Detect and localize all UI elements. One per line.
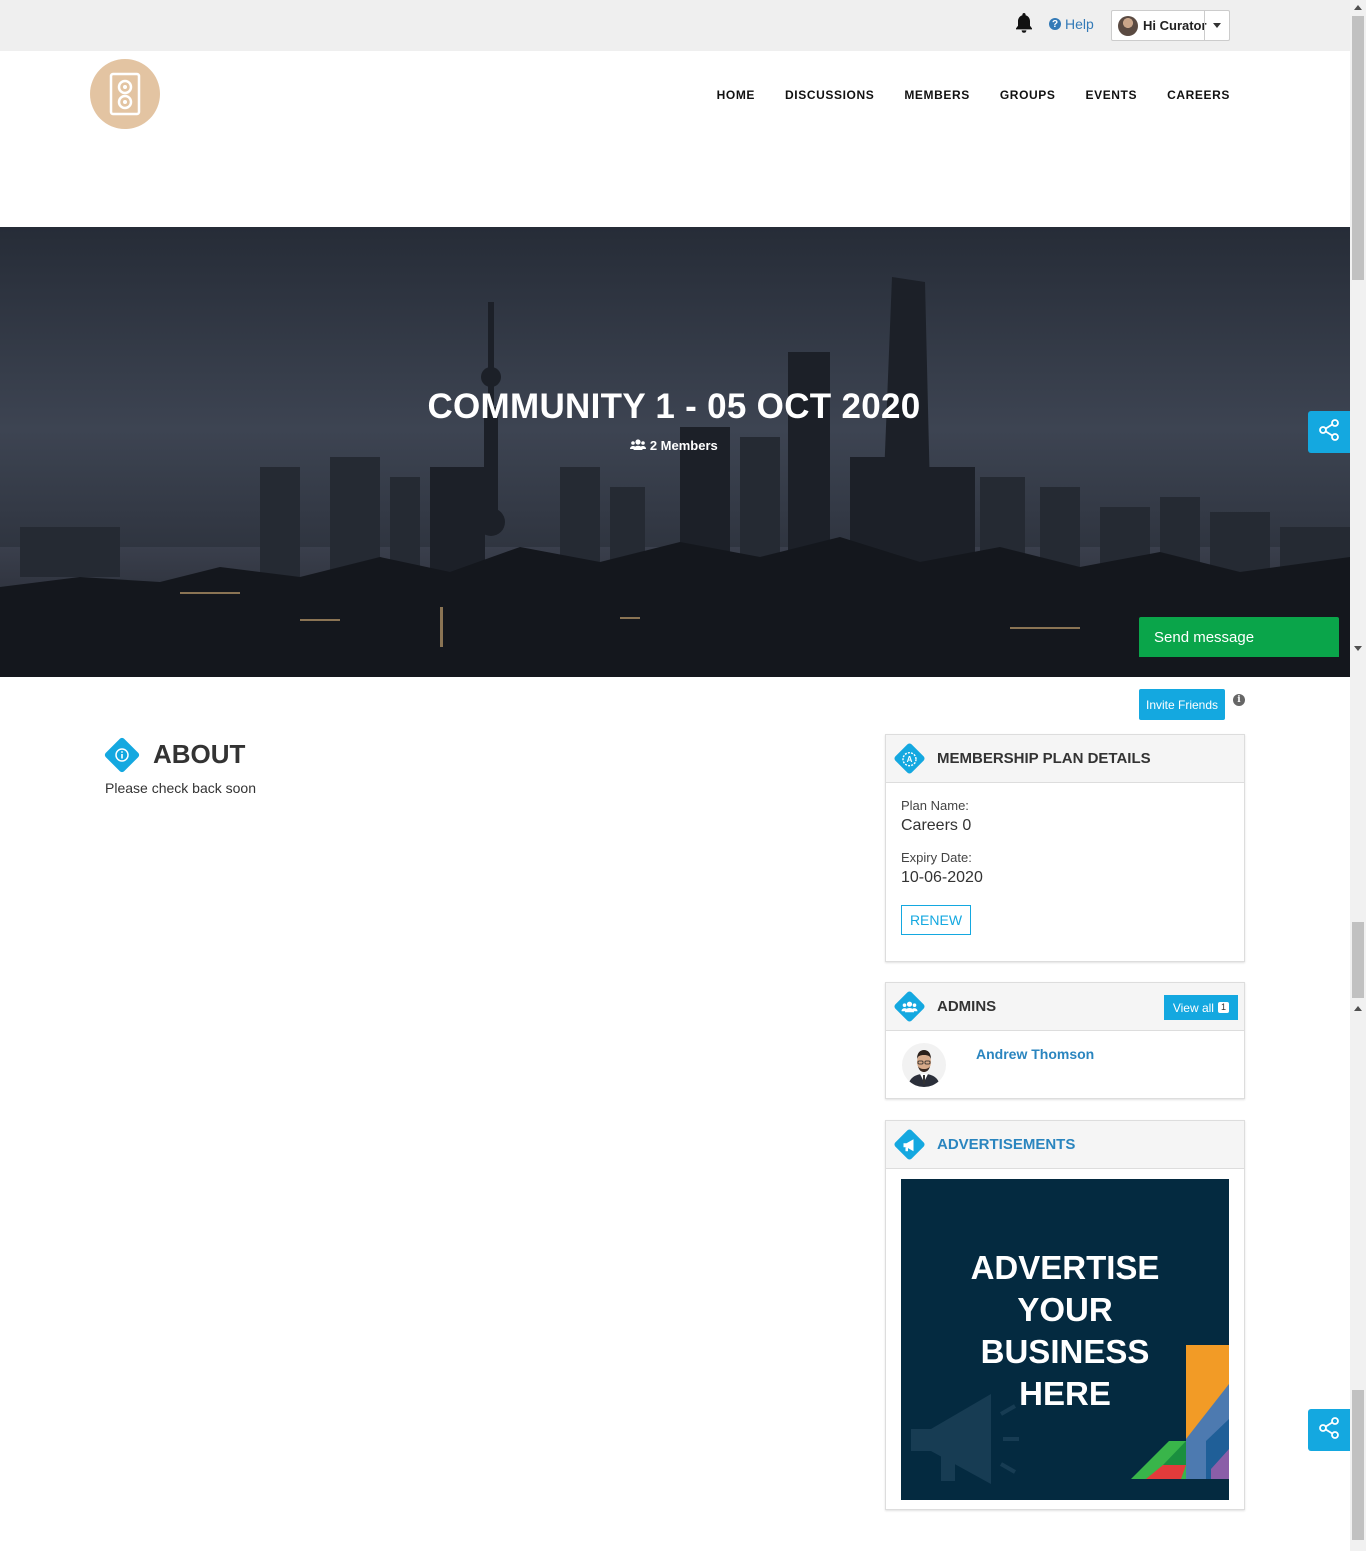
admin-count-badge: 1 — [1217, 1002, 1229, 1013]
plan-name-label: Plan Name: — [901, 798, 969, 813]
nav-events[interactable]: EVENTS — [1085, 88, 1137, 102]
nav-groups[interactable]: GROUPS — [1000, 88, 1056, 102]
admins-header: ADMINS View all 1 — [886, 983, 1244, 1031]
scroll-thumb-lower[interactable] — [1352, 922, 1364, 998]
membership-badge-icon: A — [893, 742, 926, 775]
about-header: ABOUT — [103, 736, 246, 773]
page-scrollbar[interactable] — [1350, 0, 1366, 1551]
about-text: Please check back soon — [105, 780, 256, 796]
users-diamond-icon — [893, 990, 926, 1023]
help-link[interactable]: ? Help — [1049, 16, 1094, 32]
community-title: COMMUNITY 1 - 05 OCT 2020 — [427, 387, 921, 426]
nav-discussions[interactable]: DISCUSSIONS — [785, 88, 874, 102]
invite-friends-button[interactable]: Invite Friends — [1139, 689, 1225, 720]
scroll-down-arrow[interactable] — [1354, 646, 1362, 651]
expiry-date-value: 10-06-2020 — [901, 869, 983, 886]
advertisements-header: ADVERTISEMENTS — [886, 1121, 1244, 1169]
admin-name-link[interactable]: Andrew Thomson — [976, 1046, 1094, 1097]
user-greeting: Hi Curator — [1143, 18, 1207, 33]
membership-plan-body: Plan Name: Careers 0 Expiry Date: 10-06-… — [886, 783, 1244, 935]
advertisement-banner[interactable]: ADVERTISE YOUR BUSINESS HERE — [901, 1179, 1229, 1500]
users-icon — [630, 438, 650, 453]
ad-text: ADVERTISE YOUR BUSINESS HERE — [901, 1247, 1229, 1415]
view-all-label: View all — [1172, 1000, 1214, 1015]
user-avatar — [1118, 15, 1138, 36]
member-count-label: 2 Members — [649, 438, 718, 453]
site-logo[interactable] — [90, 59, 160, 129]
scroll-thumb-bottom[interactable] — [1352, 1390, 1364, 1540]
info-diamond-icon — [103, 736, 141, 773]
admin-list-item: Andrew Thomson — [886, 1031, 1244, 1097]
membership-plan-title: MEMBERSHIP PLAN DETAILS — [937, 750, 1151, 767]
membership-plan-header: A MEMBERSHIP PLAN DETAILS — [886, 735, 1244, 783]
about-title: ABOUT — [153, 739, 246, 769]
scroll-thumb[interactable] — [1352, 16, 1364, 280]
page: ? Help Hi Curator HOME DISCUSSIONS MEMBE… — [0, 0, 1366, 1551]
send-message-button[interactable]: Send message — [1139, 617, 1339, 657]
user-menu[interactable]: Hi Curator — [1111, 10, 1230, 41]
share-icon — [1317, 1416, 1341, 1445]
advertisements-title: ADVERTISEMENTS — [937, 1136, 1076, 1153]
member-count[interactable]: 2 Members — [0, 438, 1348, 453]
membership-plan-panel: A MEMBERSHIP PLAN DETAILS Plan Name: Car… — [885, 734, 1245, 962]
megaphone-diamond-icon — [893, 1128, 926, 1161]
advertisements-panel: ADVERTISEMENTS ADVERTISE YOUR BUSINESS H… — [885, 1120, 1245, 1510]
bell-icon[interactable] — [1014, 12, 1034, 34]
info-icon[interactable]: i — [1233, 694, 1245, 706]
nav-home[interactable]: HOME — [717, 88, 755, 102]
hero-banner: COMMUNITY 1 - 05 OCT 2020 2 Members Send… — [0, 227, 1350, 677]
nav-members[interactable]: MEMBERS — [904, 88, 970, 102]
plan-name-value: Careers 0 — [901, 817, 972, 834]
question-circle-icon: ? — [1049, 18, 1061, 30]
admin-avatar[interactable] — [902, 1043, 946, 1087]
main-nav: HOME DISCUSSIONS MEMBERS GROUPS EVENTS C… — [717, 88, 1230, 102]
nav-careers[interactable]: CAREERS — [1167, 88, 1230, 102]
admins-title: ADMINS — [937, 998, 997, 1015]
ad-headline: ADVERTISE YOUR BUSINESS HERE — [970, 1249, 1160, 1412]
share-button-top[interactable] — [1308, 411, 1350, 453]
scroll-up-arrow-lower[interactable] — [1354, 1006, 1362, 1011]
svg-text:A: A — [907, 755, 913, 764]
help-label: Help — [1065, 16, 1094, 32]
expiry-date-label: Expiry Date: — [901, 850, 972, 865]
renew-button[interactable]: RENEW — [901, 905, 971, 935]
share-icon — [1317, 418, 1341, 447]
top-utility-bar: ? Help Hi Curator — [0, 0, 1350, 51]
scroll-up-arrow[interactable] — [1354, 5, 1362, 10]
admins-panel: ADMINS View all 1 Andrew Thomson — [885, 982, 1245, 1099]
caret-down-icon[interactable] — [1204, 11, 1229, 40]
view-all-admins-button[interactable]: View all 1 — [1163, 995, 1238, 1020]
share-button-bottom[interactable] — [1308, 1409, 1350, 1451]
